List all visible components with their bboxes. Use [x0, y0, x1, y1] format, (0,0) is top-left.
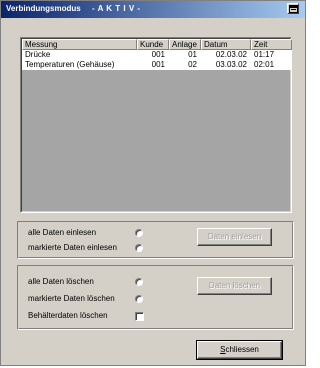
delete-container-label: Behälterdaten löschen — [28, 311, 108, 320]
cell-zeit: 02:01 — [254, 60, 275, 69]
connection-status: - A K T I V - — [92, 4, 141, 13]
cell-datum: 02.03.02 — [215, 50, 247, 59]
title-bar-button[interactable] — [287, 3, 299, 14]
cell-anlage: 02 — [188, 60, 197, 69]
delete-marked-radio[interactable] — [135, 295, 143, 303]
title-bar: Verbindungsmodus - A K T I V - — [1, 1, 305, 18]
cell-anlage: 01 — [188, 50, 197, 59]
delete-data-button[interactable]: Daten löschen — [197, 277, 272, 295]
connection-mode-window: Verbindungsmodus - A K T I V - Messung K… — [0, 0, 306, 366]
cell-kunde: 001 — [151, 60, 165, 69]
cell-datum: 03.03.02 — [215, 60, 247, 69]
close-button[interactable]: Schliessen — [196, 340, 283, 360]
table-row[interactable]: Temperaturen (Gehäuse) 001 02 03.03.02 0… — [22, 60, 292, 70]
column-header-zeit[interactable]: Zeit — [251, 39, 292, 50]
read-data-button[interactable]: Daten einlesen — [197, 228, 272, 246]
measurement-list[interactable]: Messung Kunde Anlage Datum Zeit Drücke 0… — [20, 37, 292, 213]
column-header-datum[interactable]: Datum — [201, 39, 251, 50]
table-row[interactable]: Drücke 001 01 02.03.02 01:17 — [22, 50, 292, 60]
delete-container-checkbox[interactable] — [135, 312, 144, 321]
delete-all-label: alle Daten löschen — [28, 277, 94, 286]
window-title: Verbindungsmodus — [6, 4, 81, 13]
read-all-radio[interactable] — [135, 229, 143, 237]
delete-all-radio[interactable] — [135, 278, 143, 286]
column-header-messung[interactable]: Messung — [22, 39, 137, 50]
read-marked-label: markierte Daten einlesen — [28, 243, 117, 252]
cell-kunde: 001 — [151, 50, 165, 59]
read-marked-radio[interactable] — [135, 244, 143, 252]
column-header-anlage[interactable]: Anlage — [169, 39, 201, 50]
window-menu-icon — [289, 5, 298, 13]
list-frame: Messung Kunde Anlage Datum Zeit Drücke 0… — [21, 38, 292, 212]
cell-zeit: 01:17 — [254, 50, 275, 59]
delete-marked-label: markierte Daten löschen — [28, 294, 115, 303]
column-header-kunde[interactable]: Kunde — [137, 39, 169, 50]
cell-messung: Temperaturen (Gehäuse) — [25, 60, 115, 69]
read-all-label: alle Daten einlesen — [28, 228, 97, 237]
cell-messung: Drücke — [25, 50, 51, 59]
close-button-label: chliessen — [225, 345, 259, 354]
list-header: Messung Kunde Anlage Datum Zeit — [22, 39, 292, 50]
